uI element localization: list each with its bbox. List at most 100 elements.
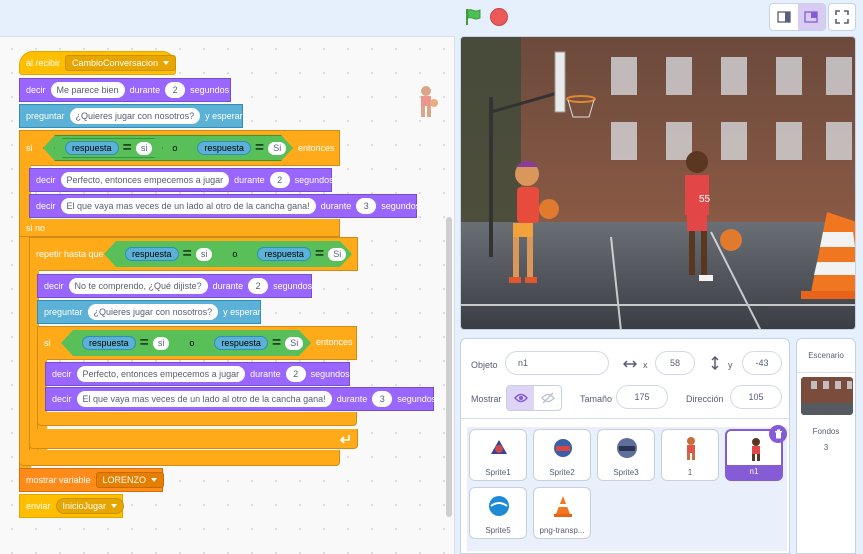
equals-operator[interactable]: respuesta = si (54, 138, 163, 158)
sprite-name-input[interactable]: n1 (505, 351, 609, 375)
sprite-tile[interactable]: 1 (661, 429, 719, 481)
sprite-tile[interactable]: Sprite5 (469, 487, 527, 539)
question-input[interactable]: ¿Quieres jugar con nosotros? (87, 304, 219, 320)
compare-value-input[interactable]: si (136, 142, 153, 155)
say-for-secs-block[interactable]: decir Me parece bien durante 2 segundos (19, 78, 231, 102)
answer-reporter[interactable]: respuesta (197, 141, 251, 155)
else-section[interactable]: si no (19, 219, 340, 237)
compare-value-input[interactable]: si (153, 337, 170, 350)
equals-label: = (271, 334, 282, 351)
block-label: al recibir (26, 58, 61, 68)
fullscreen-button[interactable] (828, 3, 856, 31)
message-value: CambioConversacion (72, 58, 159, 68)
question-input[interactable]: ¿Quieres jugar con nosotros? (69, 108, 201, 124)
sprite-name: Sprite3 (613, 468, 639, 477)
y-arrows-icon (711, 356, 719, 370)
variable-value: LORENZO (102, 475, 147, 485)
sprite-tile[interactable]: Sprite1 (469, 429, 527, 481)
block-label: durante (234, 175, 265, 185)
seconds-input[interactable]: 2 (248, 278, 269, 294)
stop-icon[interactable] (490, 8, 508, 26)
message-input[interactable]: No te comprendo, ¿Qué dijiste? (68, 278, 208, 294)
show-button[interactable] (507, 386, 534, 410)
say-for-secs-block[interactable]: decir No te comprendo, ¿Qué dijiste? dur… (37, 274, 312, 298)
x-arrows-icon (623, 360, 637, 368)
seconds-input[interactable]: 2 (285, 366, 306, 382)
or-label: o (232, 249, 238, 259)
or-operator[interactable]: respuesta = si o respuesta = Si (61, 330, 311, 356)
message-input[interactable]: El que vaya mas veces de un lado al otro… (76, 391, 332, 407)
message-input[interactable]: Me parece bien (50, 82, 125, 98)
green-flag-icon[interactable] (463, 7, 483, 27)
variable-dropdown[interactable]: LORENZO (95, 472, 165, 488)
say-for-secs-block[interactable]: decir El que vaya mas veces de un lado a… (29, 194, 420, 218)
block-label: entonces (316, 337, 353, 347)
say-for-secs-block[interactable]: decir El que vaya mas veces de un lado a… (45, 387, 436, 411)
seconds-input[interactable]: 2 (269, 172, 290, 188)
equals-label: = (182, 245, 192, 262)
small-stage-icon (777, 11, 791, 23)
sprite-name: png-transp... (539, 526, 585, 535)
backdrop-thumbnail[interactable] (801, 377, 853, 415)
y-input[interactable]: -43 (742, 351, 782, 375)
show-variable-block[interactable]: mostrar variable LORENZO (19, 468, 165, 492)
equals-operator[interactable]: respuesta = Si (186, 138, 297, 158)
seconds-input[interactable]: 3 (372, 391, 393, 407)
or-operator[interactable]: respuesta = si o respuesta = Si (104, 241, 352, 267)
size-input[interactable]: 175 (616, 385, 668, 409)
compare-value-input[interactable]: Si (285, 337, 303, 350)
answer-reporter[interactable]: respuesta (214, 336, 268, 350)
answer-reporter[interactable]: respuesta (125, 247, 179, 261)
sprite-tile-selected[interactable]: n1 (725, 425, 787, 481)
x-input[interactable]: 58 (655, 351, 695, 375)
direction-label: Dirección (686, 394, 724, 404)
say-for-secs-block[interactable]: decir Perfecto, entonces empecemos a jug… (45, 362, 350, 386)
code-area[interactable]: al recibir CambioConversacion decir Me p… (0, 36, 455, 554)
ask-and-wait-block[interactable]: preguntar ¿Quieres jugar con nosotros? y… (19, 104, 243, 128)
player-icon (687, 437, 695, 460)
message-input[interactable]: El que vaya mas veces de un lado al otro… (60, 198, 316, 214)
or-label: o (172, 143, 178, 153)
code-scrollbar[interactable] (446, 217, 452, 517)
block-label: decir (52, 369, 72, 379)
equals-operator[interactable]: respuesta = Si (246, 244, 357, 264)
ask-and-wait-block[interactable]: preguntar ¿Quieres jugar con nosotros? y… (37, 300, 261, 324)
sprite-tile[interactable]: Sprite3 (597, 429, 655, 481)
when-receive-block[interactable]: al recibir CambioConversacion (19, 51, 177, 75)
court-floor (461, 222, 855, 329)
answer-reporter[interactable]: respuesta (82, 336, 136, 350)
answer-reporter[interactable]: respuesta (65, 141, 119, 155)
equals-operator[interactable]: respuesta = Si (203, 333, 314, 353)
normal-stage-button[interactable] (797, 4, 825, 30)
seconds-input[interactable]: 3 (356, 198, 377, 214)
block-label: entonces (298, 143, 335, 153)
small-stage-button[interactable] (770, 4, 798, 30)
equals-operator[interactable]: respuesta = si (114, 244, 223, 264)
equals-label: = (122, 139, 132, 156)
broadcast-block[interactable]: enviar InicioJugar (19, 494, 125, 518)
sprite-tile[interactable]: Sprite2 (533, 429, 591, 481)
block-label: decir (36, 175, 56, 185)
stage[interactable]: 55 (460, 36, 856, 330)
loop-arrow-icon (339, 435, 350, 444)
stage-selector-pane[interactable]: Escenario Fondos 3 (796, 338, 856, 554)
compare-value-input[interactable]: Si (268, 142, 286, 155)
sprite-tile[interactable]: png-transp... (533, 487, 591, 539)
or-operator[interactable]: respuesta = si o respuesta = Si (43, 135, 293, 161)
block-label: repetir hasta que (36, 249, 104, 259)
message-input[interactable]: Perfecto, entonces empecemos a jugar (60, 172, 230, 188)
message-dropdown[interactable]: CambioConversacion (65, 55, 177, 71)
hide-button[interactable] (534, 386, 561, 410)
block-label: durante (212, 281, 244, 291)
delete-sprite-button[interactable] (769, 425, 787, 443)
seconds-input[interactable]: 2 (165, 82, 186, 98)
equals-operator[interactable]: respuesta = si (71, 333, 180, 353)
say-for-secs-block[interactable]: decir Perfecto, entonces empecemos a jug… (29, 168, 334, 192)
compare-value-input[interactable]: si (196, 248, 213, 261)
message-input[interactable]: Perfecto, entonces empecemos a jugar (76, 366, 246, 382)
direction-input[interactable]: 105 (730, 385, 782, 409)
logo-icon (491, 440, 507, 454)
compare-value-input[interactable]: Si (328, 248, 346, 261)
answer-reporter[interactable]: respuesta (257, 247, 311, 261)
broadcast-dropdown[interactable]: InicioJugar (55, 498, 125, 514)
